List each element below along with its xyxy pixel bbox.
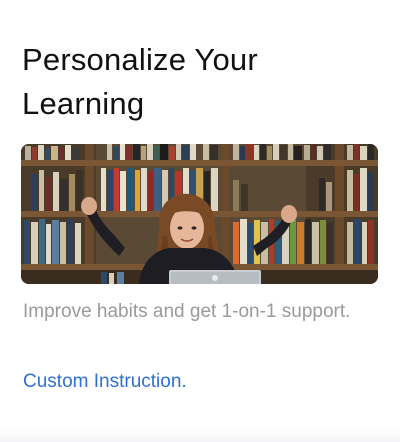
feature-card: Personalize Your Learning Improve habits… xyxy=(0,0,400,442)
bottom-fade xyxy=(0,428,400,442)
card-title: Personalize Your Learning xyxy=(22,42,258,121)
hero-image xyxy=(21,144,378,284)
card-description: Improve habits and get 1-on-1 support. xyxy=(23,301,351,322)
custom-instruction-link[interactable]: Custom Instruction. xyxy=(23,369,187,395)
